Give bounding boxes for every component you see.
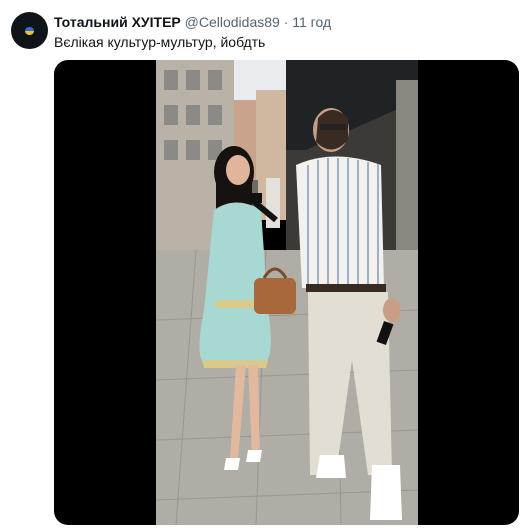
avatar[interactable] xyxy=(11,12,48,49)
tweet-text: Вєлікая культур-мультур, йобдть xyxy=(54,34,266,50)
display-name[interactable]: Тотальний ХУІТЕР xyxy=(54,14,181,30)
separator-dot: · xyxy=(283,14,289,30)
street-interview-image xyxy=(156,60,418,525)
video-frame[interactable] xyxy=(156,60,418,525)
tweet-header: Тотальний ХУІТЕР @Cellodidas89 · 11 год xyxy=(54,12,331,32)
tweet[interactable]: Тотальний ХУІТЕР @Cellodidas89 · 11 год … xyxy=(0,0,531,531)
media-container[interactable] xyxy=(54,60,519,525)
ukraine-flag-icon xyxy=(25,27,34,35)
timestamp[interactable]: 11 год xyxy=(292,14,331,30)
handle[interactable]: @Cellodidas89 xyxy=(185,14,280,30)
